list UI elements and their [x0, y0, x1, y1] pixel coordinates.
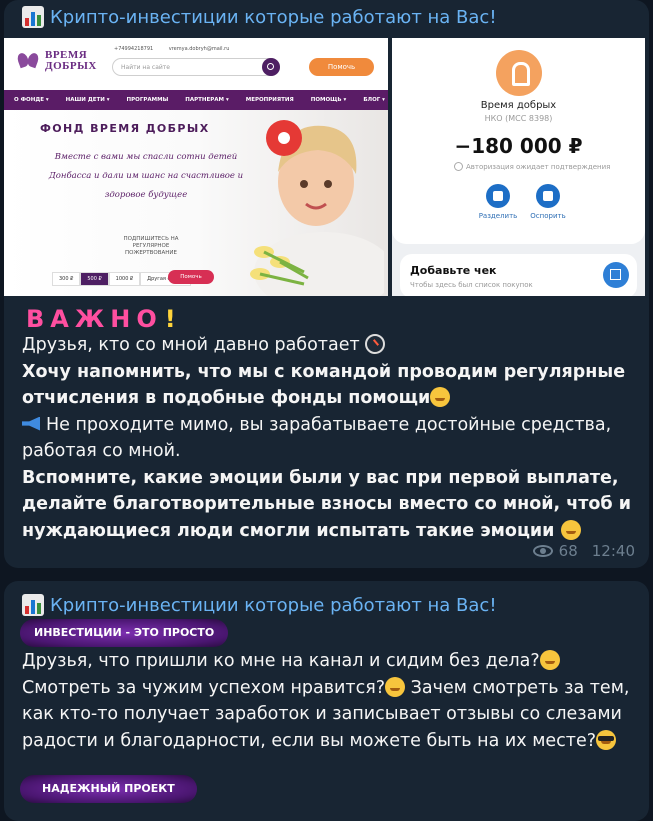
site-phone: +74994218791	[114, 46, 154, 52]
post-line: Друзья, что пришли ко мне на канал и сид…	[22, 648, 634, 675]
megaphone-icon	[22, 416, 40, 431]
hero-title: ФОНД ВРЕМЯ ДОБРЫХ	[40, 122, 210, 135]
payment-status: Авторизация ожидает подтверждения	[454, 162, 610, 171]
post-line: Хочу напомнить, что мы с командой провод…	[22, 359, 634, 412]
amount-tab: 500 ₽	[80, 272, 109, 286]
site-search-input: Найти на сайте	[112, 58, 280, 76]
bar-chart-icon	[22, 594, 44, 616]
post-line-text: Не проходите мимо, вы зарабатываете дост…	[22, 414, 612, 462]
message-bubble[interactable]: Крипто-инвестиции которые работают на Ва…	[4, 581, 649, 821]
post-text: Друзья, кто со мной давно работает Хочу …	[22, 332, 634, 544]
clock-emoji-icon	[365, 334, 386, 354]
site-contacts: +74994218791 vremya.dobryh@mail.ru	[114, 46, 243, 52]
check-subtitle: Чтобы здесь был список покупок	[410, 281, 533, 289]
channel-name[interactable]: Крипто-инвестиции которые работают на Ва…	[50, 7, 497, 28]
view-count: 68	[558, 542, 578, 560]
post-line: Смотреть за чужим успехом нравится? Заче…	[22, 675, 634, 755]
site-email: vremya.dobryh@mail.ru	[168, 46, 230, 52]
post-line: Друзья, кто со мной давно работает	[22, 332, 634, 359]
check-title: Добавьте чек	[410, 264, 497, 277]
merchant-name: Время добрых	[480, 100, 557, 111]
search-icon	[262, 58, 280, 76]
channel-name-row[interactable]: Крипто-инвестиции которые работают на Ва…	[22, 594, 497, 616]
message-time: 12:40	[591, 542, 635, 560]
smile-emoji-icon	[385, 676, 406, 697]
post-line: Вспомните, какие эмоции были у вас при п…	[22, 465, 634, 545]
dispute-label: Оспорить	[530, 212, 566, 220]
merchant-icon	[496, 50, 542, 96]
site-search-placeholder: Найти на сайте	[121, 64, 170, 71]
thinking-emoji-icon	[539, 650, 560, 670]
merchant-category: НКО (MCC 8398)	[484, 114, 553, 123]
smirk-emoji-icon	[560, 519, 581, 540]
post-line-text: Хочу напомнить, что мы с командой провод…	[22, 361, 626, 409]
charity-site-photo[interactable]: ВРЕМЯ ДОБРЫХ +74994218791 vremya.dobryh@…	[4, 38, 388, 296]
site-nav-item: МЕРОПРИЯТИЯ	[245, 97, 294, 103]
bar-chart-icon	[22, 6, 44, 28]
site-hero: ФОНД ВРЕМЯ ДОБРЫХ Вместе с вами мы спасл…	[4, 110, 388, 296]
site-logo: ВРЕМЯ ДОБРЫХ	[15, 49, 105, 72]
sweat-smile-emoji-icon	[430, 387, 451, 407]
site-logo-text: ВРЕМЯ ДОБРЫХ	[45, 49, 97, 72]
important-heading: ВАЖНО !	[26, 305, 176, 333]
channel-name[interactable]: Крипто-инвестиции которые работают на Ва…	[50, 595, 497, 616]
site-header: ВРЕМЯ ДОБРЫХ +74994218791 vremya.dobryh@…	[4, 38, 388, 90]
payment-amount: −180 000 ₽	[454, 134, 583, 158]
important-mark: !	[164, 305, 176, 333]
receipt-card: Время добрых НКО (MCC 8398) −180 000 ₽ А…	[392, 38, 645, 244]
post-line-text: Друзья, что пришли ко мне на канал и сид…	[22, 651, 540, 671]
bank-receipt-photo[interactable]: Время добрых НКО (MCC 8398) −180 000 ₽ А…	[392, 38, 645, 296]
site-nav-item: ПОМОЩЬ ▾	[310, 97, 347, 103]
message-bubble[interactable]: Крипто-инвестиции которые работают на Ва…	[4, 0, 649, 568]
split-icon	[486, 184, 510, 208]
post-line-text: Вспомните, какие эмоции были у вас при п…	[22, 467, 631, 541]
qr-scan-icon	[603, 262, 629, 288]
post-text: Друзья, что пришли ко мне на канал и сид…	[22, 648, 634, 754]
share-label: Разделить	[478, 212, 518, 220]
site-nav-item: ПАРТНЕРАМ ▾	[185, 97, 229, 103]
hero-subscribe-text: ПОДПИШИТЕСЬ НА РЕГУЛЯРНОЕ ПОЖЕРТВОВАНИЕ	[123, 236, 179, 256]
channel-name-row[interactable]: Крипто-инвестиции которые работают на Ва…	[22, 6, 497, 28]
investments-badge: ИНВЕСТИЦИИ - ЭТО ПРОСТО	[20, 619, 229, 647]
clock-icon	[454, 162, 463, 171]
post-line-text: Друзья, кто со мной давно работает	[22, 335, 360, 355]
post-line-text: Смотреть за чужим успехом нравится?	[22, 677, 386, 698]
site-nav-item: ПРОГРАММЫ	[126, 97, 169, 103]
hero-pay-button: Помочь	[168, 270, 214, 284]
dispute-icon	[536, 184, 560, 208]
sunglasses-emoji-icon	[596, 729, 617, 750]
butterfly-icon	[15, 51, 41, 71]
amount-tab: 1000 ₽	[108, 272, 141, 286]
important-label: ВАЖНО	[26, 305, 163, 333]
site-nav-item: О ФОНДЕ ▾	[14, 97, 49, 103]
site-nav-item: БЛОГ ▾	[363, 97, 385, 103]
eye-icon	[532, 545, 553, 557]
site-nav: О ФОНДЕ ▾ НАШИ ДЕТИ ▾ ПРОГРАММЫ ПАРТНЕРА…	[4, 90, 388, 110]
site-nav-item: НАШИ ДЕТИ ▾	[65, 97, 110, 103]
hero-text: Вместе с вами мы спасли сотни детей Донб…	[48, 152, 244, 200]
add-check-card: Добавьте чек Чтобы здесь был список поку…	[400, 254, 637, 296]
payment-status-text: Авторизация ожидает подтверждения	[466, 162, 611, 171]
message-meta: 68 12:40	[532, 542, 635, 560]
dispute-action: Оспорить	[518, 184, 578, 220]
post-line: Не проходите мимо, вы зарабатываете дост…	[22, 412, 634, 465]
amount-tab: 300 ₽	[52, 272, 81, 286]
child-photo	[250, 120, 384, 296]
site-help-button: Помочь	[309, 58, 374, 76]
reliable-project-badge: НАДЕЖНЫЙ ПРОЕКТ	[20, 775, 197, 803]
